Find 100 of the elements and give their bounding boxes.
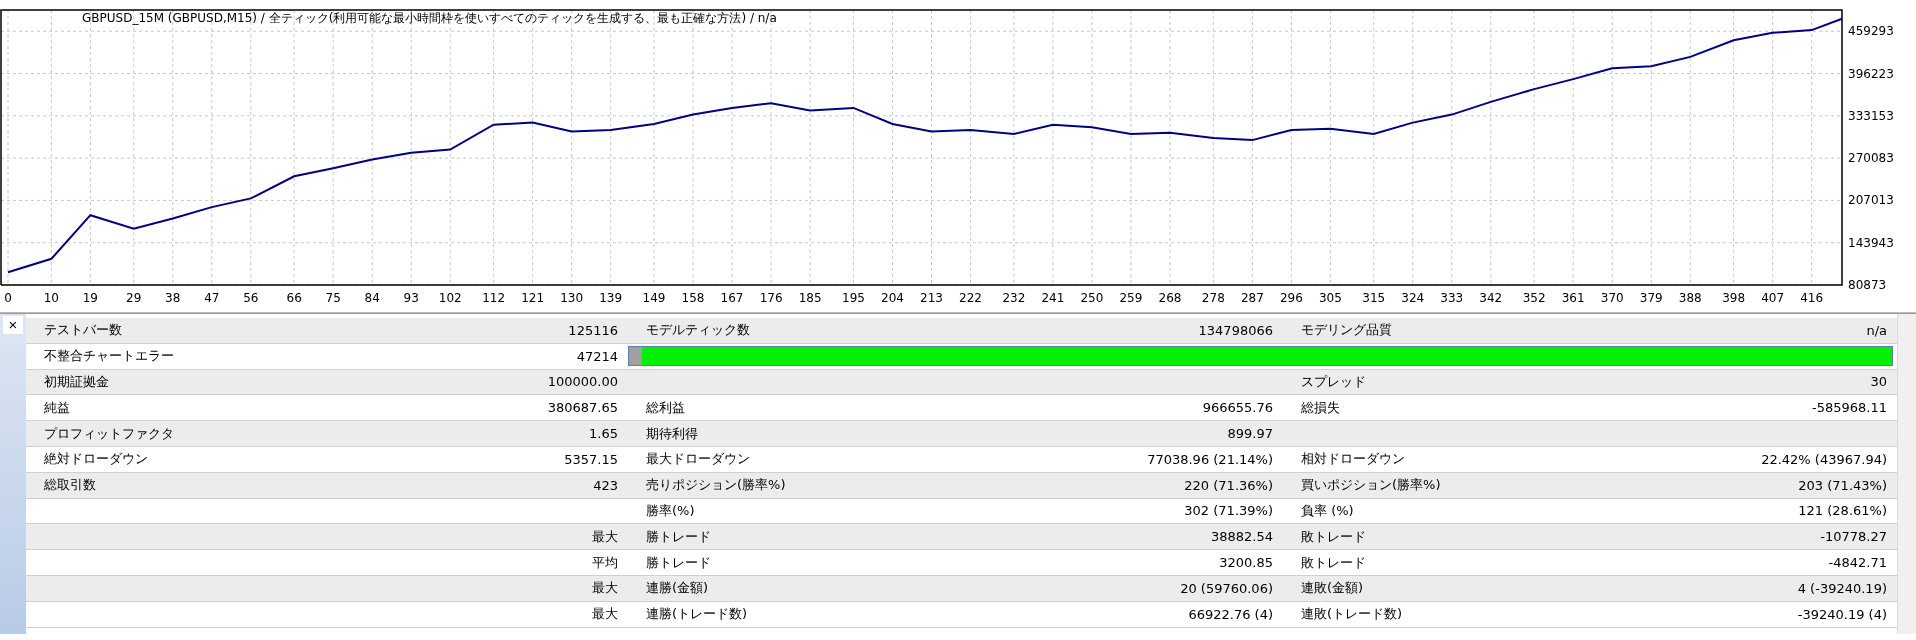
x-axis-label: 259: [1119, 291, 1143, 305]
field-value: 38882.54: [1209, 529, 1274, 545]
x-axis-label: 379: [1639, 291, 1663, 305]
x-axis-label: 149: [642, 291, 666, 305]
field-label: 買いポジション(勝率%): [1300, 476, 1442, 495]
scrollbar[interactable]: [1897, 314, 1916, 634]
field-value: -10778.27: [1819, 529, 1888, 545]
y-axis-label: 270083: [1848, 151, 1894, 166]
chart-title: GBPUSD_15M (GBPUSD,M15) / 全ティック(利用可能な最小時間枠を使いすべてのティックを生成する、最も正確な方法) / n/a: [82, 11, 777, 25]
field-label: スプレッド: [1300, 373, 1367, 391]
field-value: 4 (-39240.19): [1796, 580, 1888, 596]
x-axis-label: 342: [1479, 291, 1503, 305]
x-axis-label: 398: [1722, 291, 1746, 305]
x-axis-label: 416: [1800, 291, 1824, 305]
field-label: 連勝(金額): [645, 579, 710, 598]
x-axis-label: 296: [1279, 291, 1303, 305]
x-axis-label: 176: [759, 291, 783, 305]
y-axis-label: 333153: [1848, 108, 1894, 123]
x-axis-label: 84: [364, 291, 380, 305]
x-axis-label: 112: [482, 291, 506, 305]
x-axis-label: 158: [681, 291, 705, 305]
field-label: 絶対ドローダウン: [43, 450, 149, 469]
x-axis-label: 10: [43, 291, 59, 305]
x-axis-label: 121: [521, 291, 545, 305]
x-axis-label: 278: [1201, 291, 1225, 305]
x-axis-label: 75: [325, 291, 341, 305]
field-label: 勝トレード: [645, 553, 712, 572]
x-axis-label: 167: [720, 291, 744, 305]
x-axis-label: 102: [438, 291, 462, 305]
field-value: 30: [1869, 374, 1888, 390]
field-value: -585968.11: [1811, 400, 1888, 416]
field-value: 134798066: [1197, 322, 1274, 338]
x-axis-label: 222: [959, 291, 982, 305]
field-value: 66922.76 (4): [1187, 606, 1274, 622]
field-value: 125116: [567, 322, 619, 338]
field-label: 勝率(%): [645, 501, 696, 520]
field-label: 負率 (%): [1300, 501, 1355, 520]
x-axis-label: 388: [1678, 291, 1702, 305]
field-value: 20 (59760.06): [1179, 580, 1274, 596]
x-axis-label: 315: [1362, 291, 1386, 305]
field-value: -4842.71: [1827, 555, 1888, 571]
x-axis-label: 324: [1401, 291, 1425, 305]
field-label: 敗トレード: [1300, 527, 1367, 546]
field-value: 121 (28.61%): [1797, 503, 1888, 519]
field-label: 総利益: [645, 398, 686, 417]
x-axis-label: 250: [1080, 291, 1104, 305]
field-value: 47214: [575, 348, 619, 364]
x-axis-label: 130: [560, 291, 584, 305]
field-label: 純益: [43, 398, 71, 417]
close-button[interactable]: ×: [3, 316, 23, 334]
field-value: 最大: [591, 579, 619, 598]
y-axis-label: 207013: [1848, 193, 1894, 208]
field-label: モデリング品質: [1300, 321, 1393, 340]
field-label: 期待利得: [645, 424, 699, 443]
field-value: 302 (71.39%): [1183, 503, 1274, 519]
x-axis-label: 287: [1240, 291, 1264, 305]
x-axis-label: 66: [286, 291, 302, 305]
x-axis-label: 305: [1318, 291, 1342, 305]
x-axis-label: 56: [243, 291, 259, 305]
x-axis-label: 185: [798, 291, 822, 305]
x-axis-label: 139: [599, 291, 623, 305]
field-label: 総損失: [1300, 398, 1341, 417]
field-value: 203 (71.43%): [1797, 477, 1888, 493]
field-label: 総取引数: [43, 476, 97, 495]
field-value: 100000.00: [546, 374, 619, 390]
field-label: プロフィットファクタ: [43, 424, 175, 443]
y-axis-label: 459293: [1848, 24, 1894, 39]
field-value: 899.97: [1226, 426, 1274, 442]
field-value: 最大: [591, 527, 619, 546]
field-label: モデルティック数: [645, 321, 751, 340]
field-label: 相対ドローダウン: [1300, 450, 1406, 469]
field-label: 不整合チャートエラー: [43, 347, 175, 366]
x-axis-label: 268: [1158, 291, 1182, 305]
x-axis-label: 47: [204, 291, 220, 305]
x-axis-label: 38: [165, 291, 181, 305]
field-value: 3200.85: [1218, 555, 1274, 571]
x-axis-label: 361: [1561, 291, 1585, 305]
field-label: 最大ドローダウン: [645, 450, 751, 469]
x-axis-label: 93: [403, 291, 419, 305]
field-value: 1.65: [588, 426, 619, 442]
field-label: 初期証拠金: [43, 373, 110, 391]
y-axis-label: 80873: [1848, 278, 1887, 292]
x-axis-label: 29: [126, 291, 142, 305]
field-label: 勝トレード: [645, 527, 712, 546]
field-value: 平均: [591, 553, 619, 572]
field-value: 423: [592, 477, 619, 493]
y-axis-label: 143943: [1848, 235, 1894, 250]
x-axis-label: 232: [1002, 291, 1026, 305]
field-value: 最大: [591, 605, 619, 624]
x-axis-label: 213: [920, 291, 943, 305]
field-value: 77038.96 (21.14%): [1146, 451, 1274, 467]
field-label: テストバー数: [43, 321, 123, 340]
x-axis-label: 370: [1600, 291, 1624, 305]
x-axis-label: 204: [881, 291, 904, 305]
field-value: 5357.15: [563, 451, 619, 467]
field-value: 966655.76: [1201, 400, 1274, 416]
x-axis-label: 241: [1041, 291, 1065, 305]
x-axis-label: 0: [4, 291, 12, 305]
field-label: 連敗(トレード数): [1300, 605, 1404, 624]
field-label: 敗トレード: [1300, 553, 1367, 572]
